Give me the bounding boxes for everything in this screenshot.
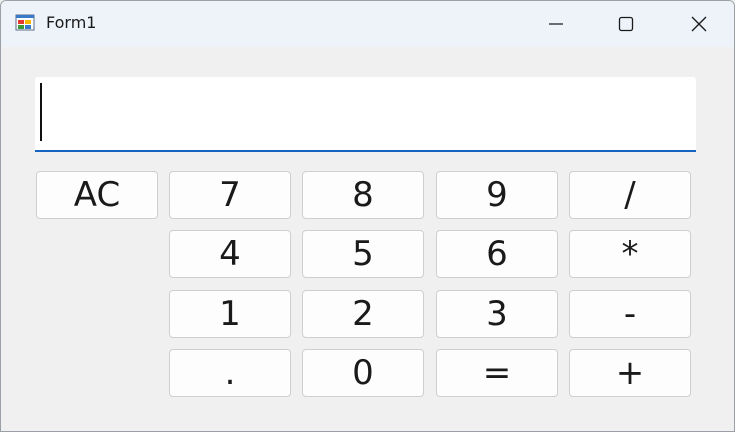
close-icon [690, 15, 708, 33]
minimize-icon [548, 16, 564, 32]
calculator-window: Form1 AC 7 8 9 / 4 5 6 * 1 2 3 - . 0 = + [0, 0, 735, 432]
display-textbox[interactable] [35, 77, 696, 152]
maximize-button[interactable] [591, 1, 661, 47]
decimal-button[interactable]: . [169, 349, 291, 397]
close-button[interactable] [664, 1, 734, 47]
title-bar[interactable]: Form1 [1, 1, 734, 47]
digit-9-button[interactable]: 9 [436, 171, 558, 219]
digit-5-button[interactable]: 5 [302, 230, 424, 278]
maximize-icon [618, 16, 634, 32]
digit-1-button[interactable]: 1 [169, 290, 291, 338]
minimize-button[interactable] [521, 1, 591, 47]
app-form-icon [15, 13, 35, 33]
digit-3-button[interactable]: 3 [436, 290, 558, 338]
text-caret [40, 83, 42, 141]
digit-0-button[interactable]: 0 [302, 349, 424, 397]
equals-button[interactable]: = [436, 349, 558, 397]
digit-8-button[interactable]: 8 [302, 171, 424, 219]
digit-6-button[interactable]: 6 [436, 230, 558, 278]
digit-7-button[interactable]: 7 [169, 171, 291, 219]
window-title: Form1 [46, 13, 97, 32]
add-button[interactable]: + [569, 349, 691, 397]
multiply-button[interactable]: * [569, 230, 691, 278]
divide-button[interactable]: / [569, 171, 691, 219]
digit-2-button[interactable]: 2 [302, 290, 424, 338]
digit-4-button[interactable]: 4 [169, 230, 291, 278]
subtract-button[interactable]: - [569, 290, 691, 338]
clear-button[interactable]: AC [36, 171, 158, 219]
